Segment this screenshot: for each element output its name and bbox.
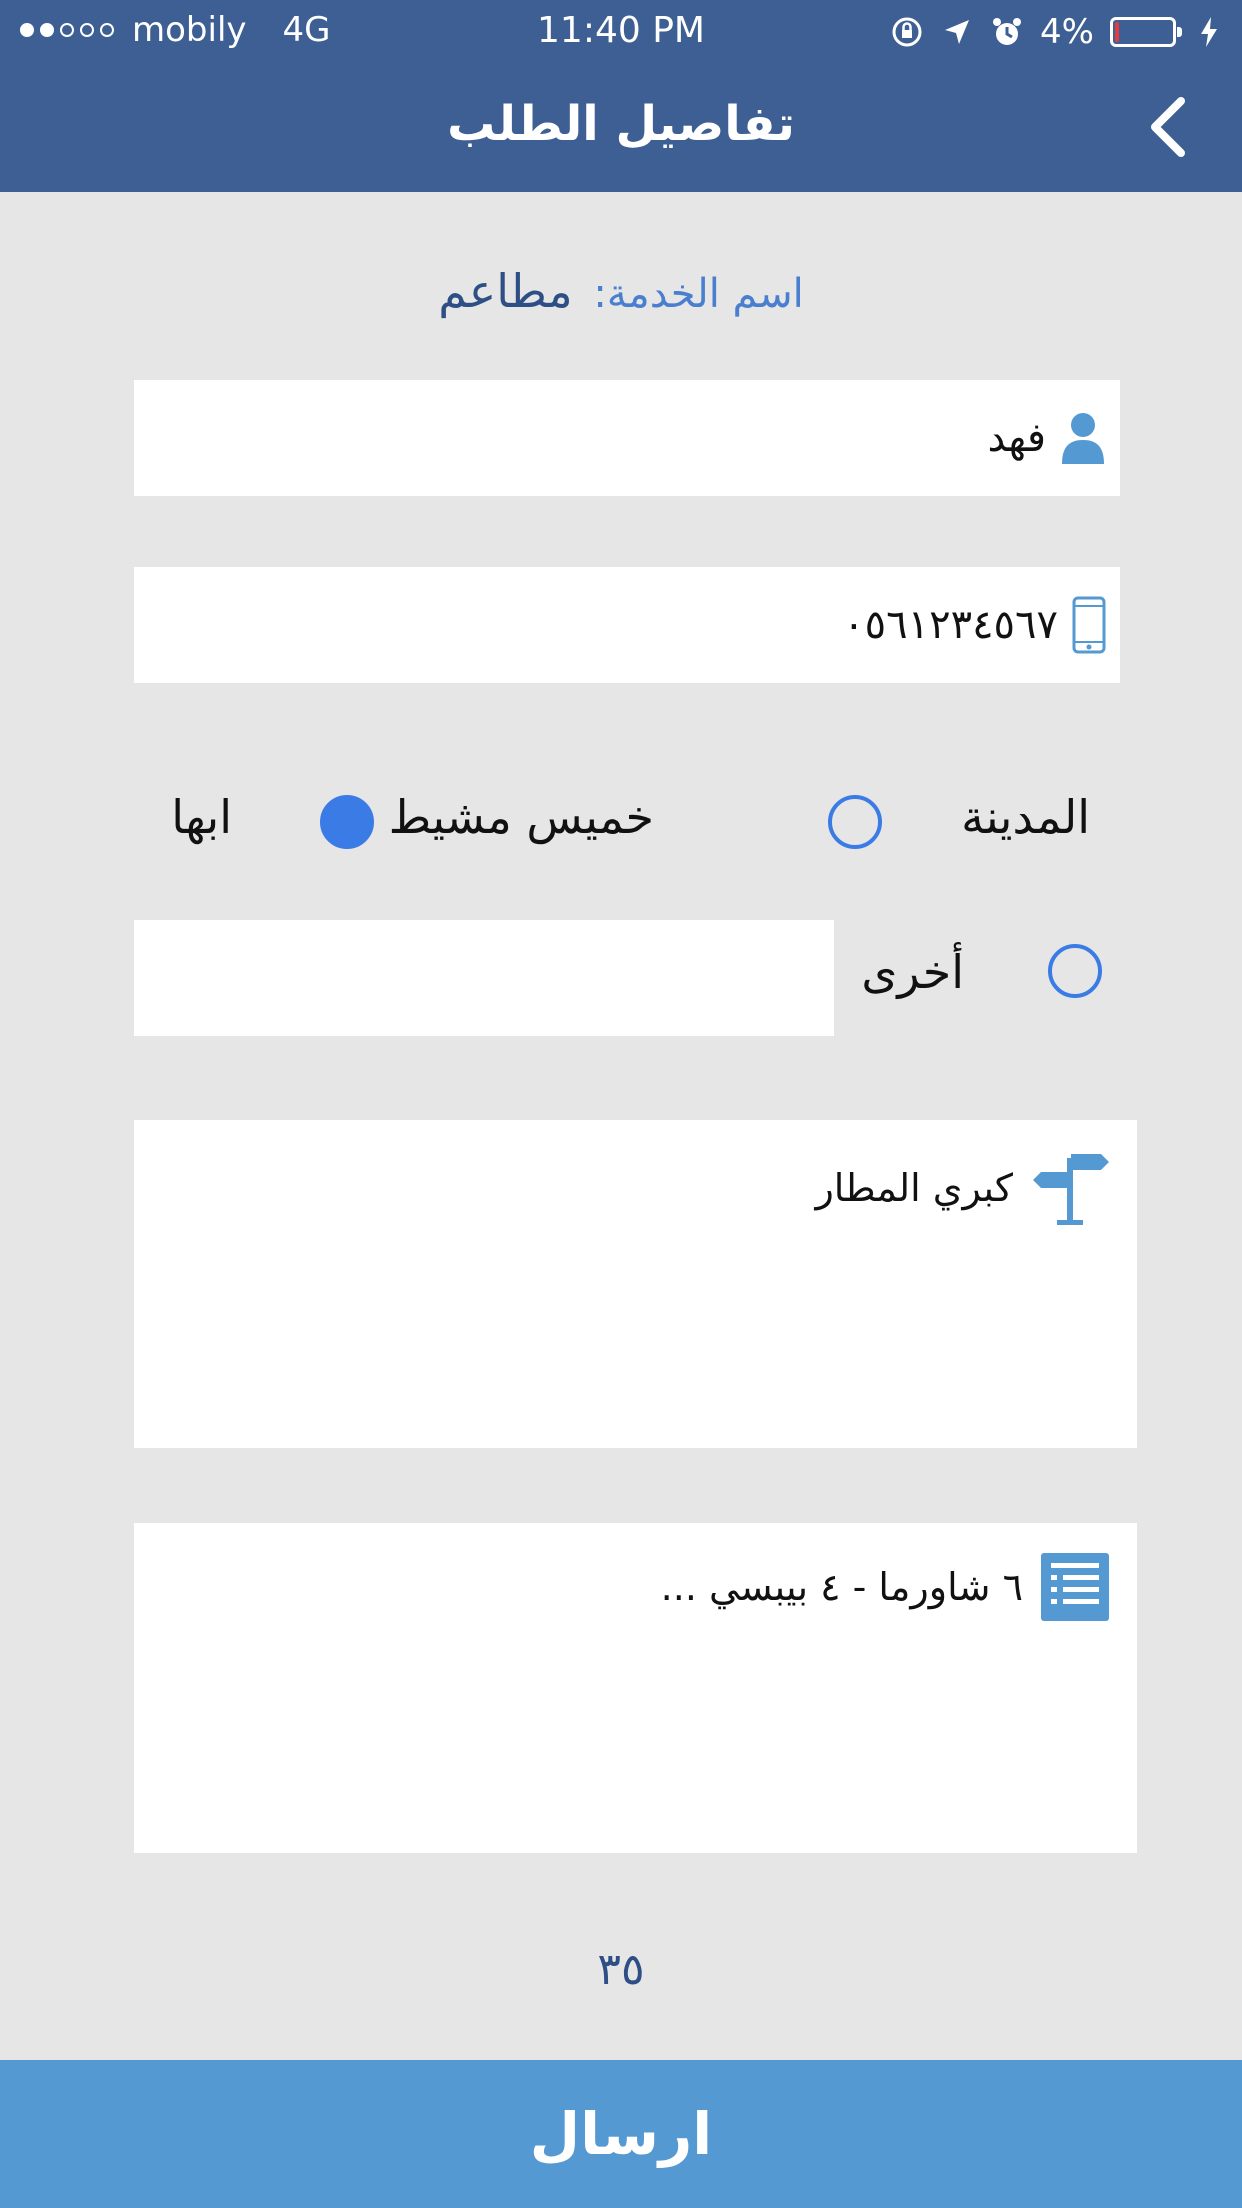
status-bar: mobily 4G 11:40 PM 4% (0, 0, 1242, 62)
phone-field[interactable]: ٠٥٦١٢٣٤٥٦٧ (134, 567, 1120, 683)
name-field[interactable]: فهد (134, 380, 1120, 496)
location-arrow-icon (940, 15, 974, 49)
chevron-left-icon (1151, 97, 1185, 157)
radio-other-city[interactable] (1048, 944, 1102, 998)
address-field[interactable]: كبري المطار (134, 1120, 1137, 1448)
phone-value: ٠٥٦١٢٣٤٥٦٧ (843, 602, 1058, 648)
battery-percent: 4% (1040, 12, 1094, 52)
other-city-label: أخرى (861, 945, 964, 999)
service-label: اسم الخدمة: (593, 271, 804, 317)
user-icon (1062, 413, 1104, 464)
rotation-lock-icon (890, 15, 924, 49)
send-button[interactable]: ارسال (0, 2060, 1242, 2208)
name-field-content: فهد (987, 380, 1106, 496)
radio-khamis-mushait[interactable] (828, 795, 882, 849)
signpost-icon (1033, 1154, 1109, 1225)
phone-field-content: ٠٥٦١٢٣٤٥٦٧ (843, 567, 1106, 683)
charging-bolt-icon (1192, 15, 1226, 49)
service-name: اسم الخدمة: مطاعم (0, 264, 1242, 318)
name-value: فهد (987, 415, 1046, 461)
status-right: 4% (890, 12, 1226, 52)
battery-icon (1110, 17, 1182, 47)
city-option-abha: ابها (171, 790, 232, 844)
total-price: ٣٥ (597, 1944, 645, 1995)
address-value: كبري المطار (815, 1166, 1013, 1210)
back-button[interactable] (1132, 92, 1202, 162)
alarm-icon (990, 15, 1024, 49)
service-value: مطاعم (438, 264, 573, 318)
list-icon (1041, 1553, 1109, 1621)
order-value: ٦ شاورما - ٤ بيبسي ... (660, 1565, 1023, 1609)
address-field-content: كبري المطار (815, 1150, 1109, 1226)
page-title: تفاصيل الطلب (447, 96, 795, 152)
app-header: mobily 4G 11:40 PM 4% تفاصيل الطلب (0, 0, 1242, 192)
radio-abha[interactable] (320, 795, 374, 849)
order-field-content: ٦ شاورما - ٤ بيبسي ... (661, 1553, 1109, 1621)
city-option-khamis-mushait: خميس مشيط (388, 790, 654, 844)
city-label: المدينة (961, 790, 1090, 844)
order-details-field[interactable]: ٦ شاورما - ٤ بيبسي ... (134, 1523, 1137, 1853)
other-city-input[interactable] (134, 920, 834, 1036)
mobile-phone-icon (1072, 596, 1106, 654)
